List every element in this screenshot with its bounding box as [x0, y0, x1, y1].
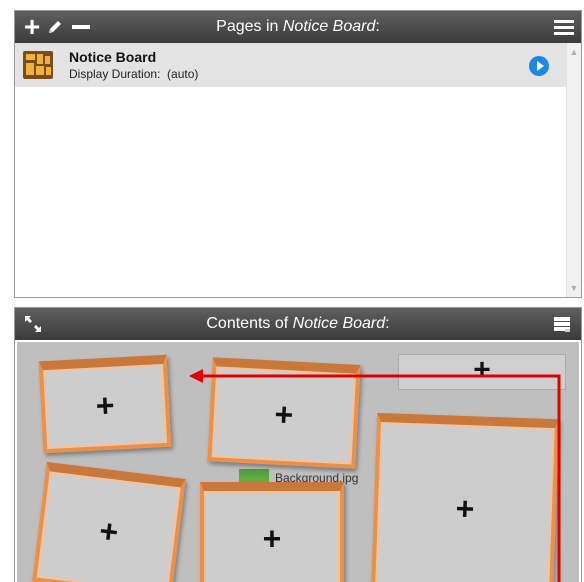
notice-board-thumbnail: [23, 51, 53, 79]
contents-title: Contents of Notice Board:: [206, 315, 390, 332]
page-duration: Display Duration: (auto): [69, 67, 199, 81]
hamburger-menu-icon: [554, 20, 574, 35]
page-name: Notice Board: [69, 49, 157, 65]
page-list-item[interactable]: Notice Board Display Duration: (auto): [15, 43, 567, 87]
contents-panel: Contents of Notice Board: Background.jpg…: [14, 307, 582, 582]
contents-titlebar: Contents of Notice Board:: [15, 308, 581, 340]
play-icon[interactable]: [529, 56, 549, 76]
scroll-down-icon[interactable]: ▼: [567, 281, 581, 295]
red-arrow-annotation: [189, 369, 561, 582]
stack-layers-icon: [554, 317, 570, 332]
layout-button[interactable]: [553, 308, 571, 340]
board-canvas[interactable]: Background.jpg + + + + + +: [17, 342, 579, 582]
scroll-up-icon[interactable]: ▲: [567, 45, 581, 59]
pages-scrollbar[interactable]: ▲ ▼: [566, 43, 581, 297]
pages-menu-button[interactable]: [553, 11, 575, 43]
pages-titlebar: + Pages in Notice Board:: [15, 11, 581, 43]
pages-panel: + Pages in Notice Board: Notice Board Di…: [14, 10, 582, 298]
pages-title: Pages in Notice Board:: [216, 18, 380, 35]
